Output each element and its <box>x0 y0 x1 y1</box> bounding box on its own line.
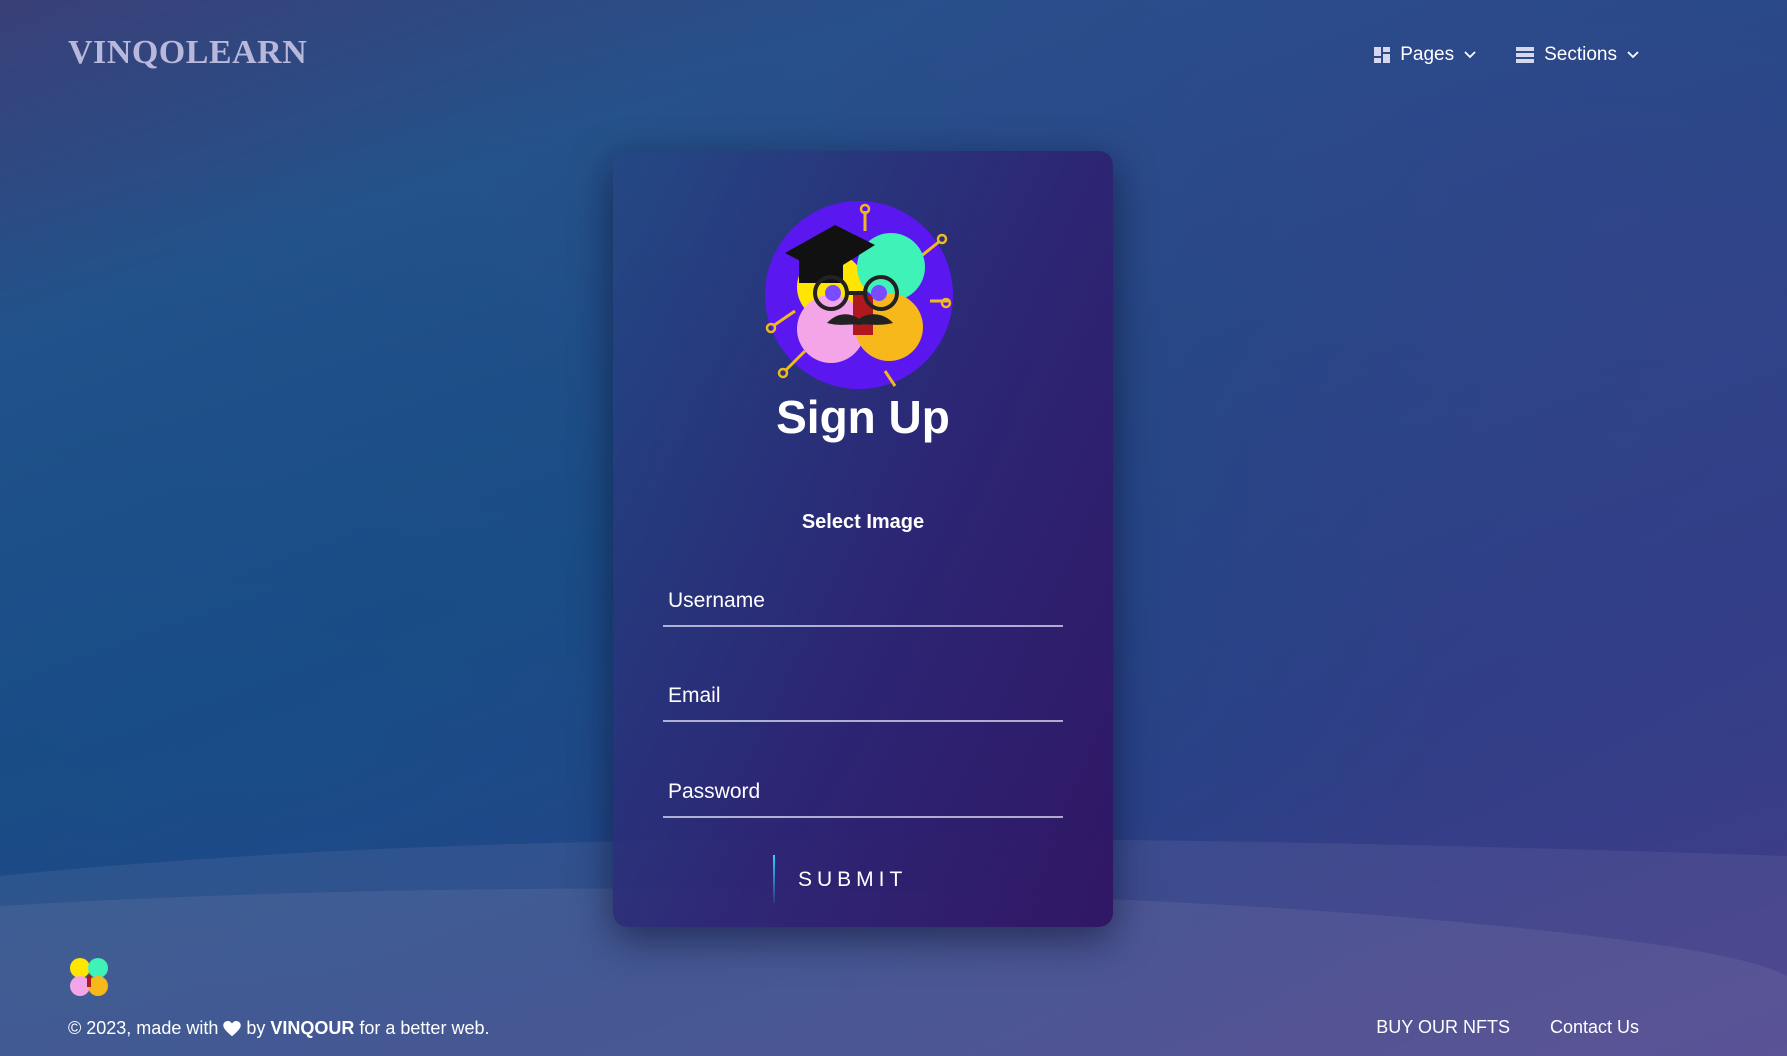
username-input[interactable] <box>663 577 1063 625</box>
footer-links: BUY OUR NFTS Contact Us <box>1376 1017 1639 1038</box>
brand-logo-text[interactable]: VINQOLEARN <box>68 34 307 72</box>
nav-sections-label: Sections <box>1544 44 1617 65</box>
chevron-down-icon <box>1627 51 1639 59</box>
password-input[interactable] <box>663 768 1063 816</box>
copyright-by: by <box>246 1018 266 1038</box>
copyright-prefix: © 2023, made with <box>68 1018 219 1038</box>
password-field-wrap <box>663 768 1063 818</box>
company-link[interactable]: VINQOUR <box>270 1018 354 1039</box>
nav-pages[interactable]: Pages <box>1374 44 1476 66</box>
dashboard-icon <box>1374 47 1391 63</box>
chevron-down-icon <box>1464 51 1476 59</box>
copyright-suffix: for a better web. <box>359 1018 490 1038</box>
page-title: Sign Up <box>776 391 950 443</box>
username-field-wrap <box>663 577 1063 627</box>
footer-logo-icon[interactable] <box>68 956 110 998</box>
layers-icon <box>1516 47 1535 63</box>
nav-pages-label: Pages <box>1400 44 1455 65</box>
select-image-button[interactable]: Select Image <box>613 511 1113 534</box>
email-input[interactable] <box>663 672 1063 720</box>
buy-nfts-link[interactable]: BUY OUR NFTS <box>1376 1017 1510 1038</box>
copyright-text: © 2023, made with by VINQOUR for a bette… <box>68 1018 489 1039</box>
heart-icon <box>223 1020 242 1036</box>
avatar-logo <box>765 201 953 389</box>
nav-sections[interactable]: Sections <box>1516 44 1639 66</box>
email-field-wrap <box>663 672 1063 722</box>
submit-button[interactable]: SUBMIT <box>773 855 953 905</box>
top-nav: Pages Sections <box>1374 44 1639 66</box>
contact-us-link[interactable]: Contact Us <box>1550 1017 1639 1038</box>
